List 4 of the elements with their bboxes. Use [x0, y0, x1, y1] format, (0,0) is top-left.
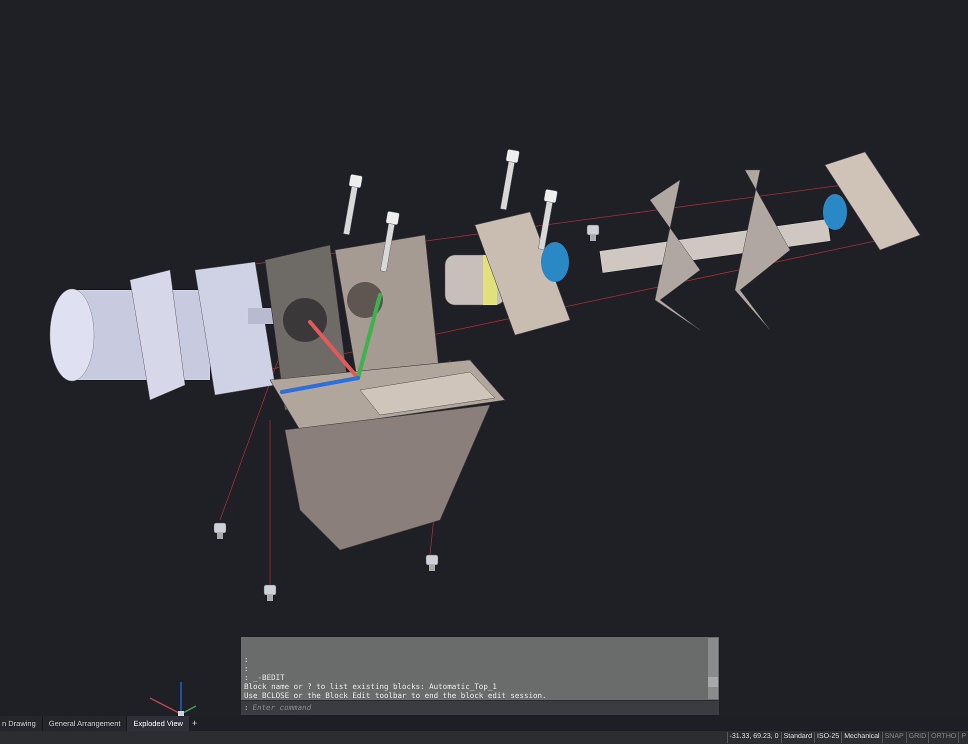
scroll-thumb[interactable]	[708, 677, 718, 687]
scroll-bar[interactable]	[708, 638, 718, 699]
ucs-icon	[150, 682, 196, 716]
add-tab-button[interactable]: +	[188, 716, 200, 731]
